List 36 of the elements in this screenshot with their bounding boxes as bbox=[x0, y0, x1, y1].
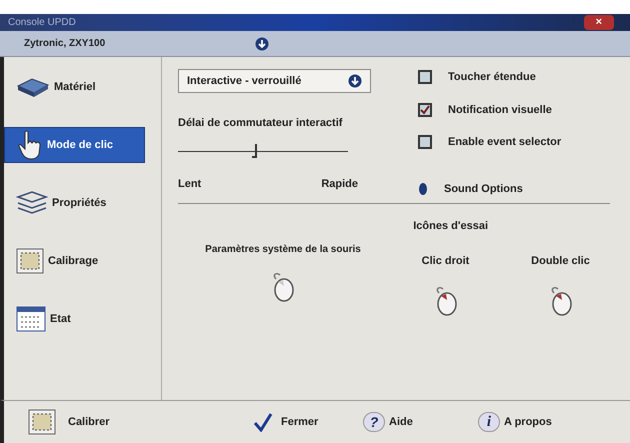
device-icon bbox=[16, 76, 50, 98]
close-window-button[interactable]: Fermer bbox=[253, 412, 363, 432]
checkbox[interactable] bbox=[418, 70, 432, 84]
sidebar-item[interactable]: Matériel bbox=[4, 69, 145, 105]
mouse-settings-label: Paramètres système de la souris bbox=[205, 242, 361, 256]
about-button[interactable]: i A propos bbox=[478, 412, 552, 432]
help-button[interactable]: ? Aide bbox=[363, 412, 478, 432]
delay-label: Délai de commutateur interactif bbox=[178, 116, 344, 131]
dropdown-icon[interactable] bbox=[255, 36, 270, 50]
calibrate-button[interactable]: Calibrer bbox=[28, 409, 253, 435]
mode-dropdown[interactable]: Interactive - verrouillé bbox=[178, 69, 371, 93]
test-icon-label: Double clic bbox=[531, 254, 590, 268]
fast-label: Rapide bbox=[321, 176, 358, 192]
close-button[interactable]: × bbox=[584, 15, 614, 30]
checkbox-label: Enable event selector bbox=[448, 135, 562, 150]
checkbox[interactable] bbox=[418, 135, 432, 150]
table-icon bbox=[16, 306, 46, 332]
checkbox[interactable] bbox=[418, 102, 432, 117]
window-title: Console UPDD bbox=[8, 16, 76, 30]
device-name: Zytronic, ZXY100 bbox=[24, 37, 106, 51]
hand-icon bbox=[17, 130, 43, 160]
checkbox-label: Toucher étendue bbox=[448, 70, 536, 85]
sidebar-item[interactable]: Etat bbox=[4, 301, 145, 337]
calibrate-icon bbox=[28, 409, 56, 435]
sidebar-item[interactable]: Propriétés bbox=[4, 185, 145, 221]
check-icon bbox=[253, 412, 273, 432]
layers-icon bbox=[16, 191, 48, 215]
sidebar-item[interactable]: Calibrage bbox=[4, 243, 145, 279]
test-icons-title: Icônes d'essai bbox=[413, 219, 488, 234]
test-icon-label: Clic droit bbox=[422, 254, 470, 268]
checkbox-label: Notification visuelle bbox=[448, 102, 552, 118]
sidebar-item[interactable]: Mode de clic bbox=[4, 127, 145, 163]
slow-label: Lent bbox=[178, 176, 202, 192]
dropdown-arrow-icon[interactable] bbox=[348, 74, 362, 88]
sound-options-link[interactable]: Sound Options bbox=[444, 180, 523, 197]
calibrate-icon bbox=[16, 248, 44, 274]
